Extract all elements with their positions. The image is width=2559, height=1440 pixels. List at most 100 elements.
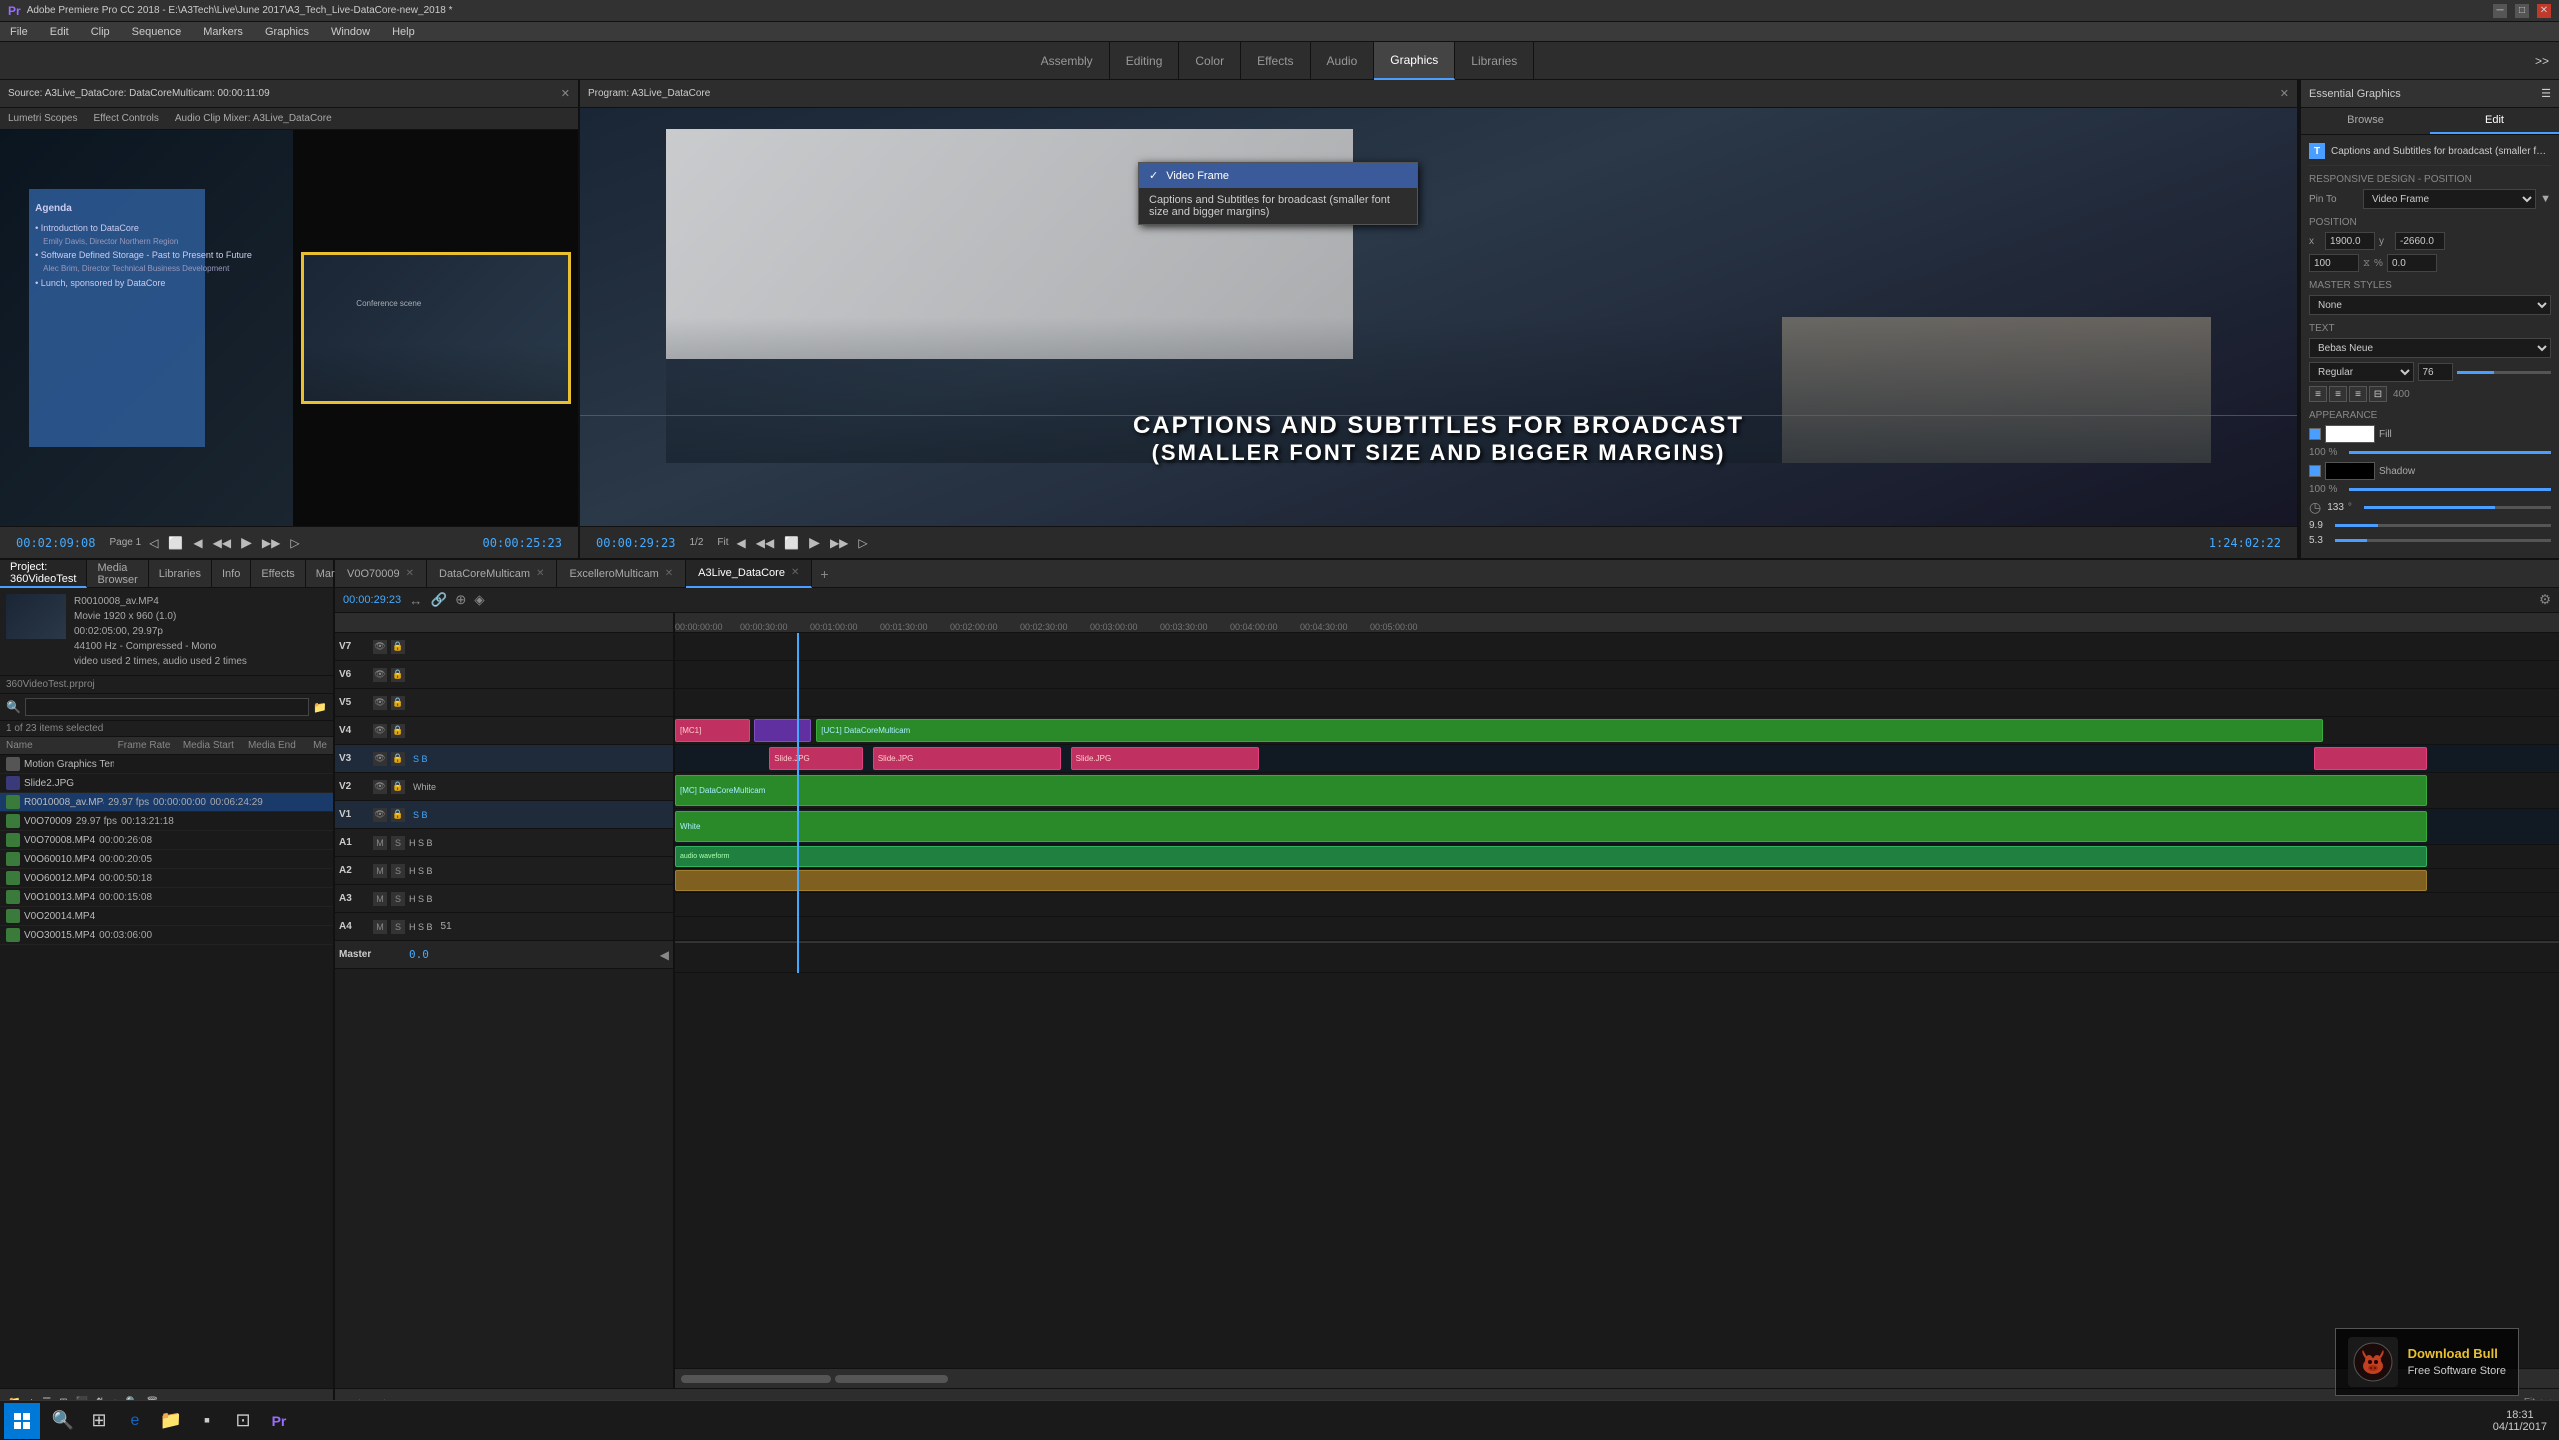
clip-block[interactable] (675, 870, 2427, 891)
menu-markers[interactable]: Markers (199, 24, 247, 40)
track-a4[interactable] (675, 917, 2559, 941)
program-step-back[interactable]: ◀◀ (754, 534, 776, 552)
eg-panel-menu[interactable]: ☰ (2541, 87, 2551, 100)
track-v4[interactable]: [MC1] [UC1] DataCoreMulticam (675, 717, 2559, 745)
clip-block[interactable]: [MC] DataCoreMulticam (675, 775, 2427, 806)
v4-eye-btn[interactable]: 👁 (373, 724, 387, 738)
track-v2[interactable]: [MC] DataCoreMulticam (675, 773, 2559, 809)
list-item[interactable]: R0010008_av.MP4 29.97 fps 00:00:00:00 00… (0, 793, 333, 812)
tab-audio-clip-mixer[interactable]: Audio Clip Mixer: A3Live_DataCore (167, 111, 340, 126)
source-play[interactable]: ▶ (239, 532, 254, 553)
eg-scale-x[interactable] (2309, 254, 2359, 272)
minimize-button[interactable]: ─ (2493, 4, 2507, 18)
clip-block[interactable]: Slide.JPG (769, 747, 863, 770)
eg-pin-expand[interactable]: ▼ (2540, 193, 2551, 205)
eg-rotation[interactable] (2387, 254, 2437, 272)
v7-lock-btn[interactable]: 🔒 (391, 640, 405, 654)
clip-block[interactable] (754, 719, 811, 742)
list-item[interactable]: V0O30015.MP4 00:03:06:00 (0, 926, 333, 945)
timeline-ruler[interactable]: 00:00:00:00 00:00:30:00 00:01:00:00 00:0… (675, 613, 2559, 633)
timeline-tab-1[interactable]: V0O70009 ✕ (335, 560, 427, 588)
taskbar-ie[interactable]: e (118, 1404, 152, 1438)
list-item[interactable]: Slide2.JPG (0, 774, 333, 793)
workspace-libraries[interactable]: Libraries (1455, 42, 1534, 80)
v7-eye-btn[interactable]: 👁 (373, 640, 387, 654)
a2-mute-btn[interactable]: M (373, 864, 387, 878)
eg-x-value[interactable] (2325, 232, 2375, 250)
project-tab-media-browser[interactable]: Media Browser (87, 560, 148, 588)
project-tab-info[interactable]: Info (212, 560, 251, 588)
menu-clip[interactable]: Clip (87, 24, 114, 40)
v5-eye-btn[interactable]: 👁 (373, 696, 387, 710)
timeline-snap-btn[interactable]: ⊕ (455, 592, 466, 608)
v6-eye-btn[interactable]: 👁 (373, 668, 387, 682)
timeline-scroll-thumb[interactable] (681, 1375, 831, 1383)
track-master[interactable] (675, 941, 2559, 973)
timeline-scrollbar[interactable] (675, 1368, 2559, 1388)
eg-font-family[interactable]: Bebas Neue (2309, 338, 2551, 358)
taskbar-file-explorer[interactable]: 📁 (154, 1404, 188, 1438)
workspace-assembly[interactable]: Assembly (1025, 42, 1110, 80)
menu-sequence[interactable]: Sequence (128, 24, 186, 40)
eg-selected-item[interactable]: Captions and Subtitles for broadcast (sm… (2331, 146, 2551, 157)
track-v3[interactable]: Slide.JPG Slide.JPG Slide.JPG (675, 745, 2559, 773)
taskbar-task-view[interactable]: ⊞ (82, 1404, 116, 1438)
program-step-fwd[interactable]: ▷ (856, 534, 869, 552)
clip-block[interactable]: Slide.JPG (1071, 747, 1259, 770)
track-a1[interactable]: audio waveform (675, 845, 2559, 869)
source-step-fwd[interactable]: ▷ (288, 534, 301, 552)
menu-window[interactable]: Window (327, 24, 374, 40)
eg-shadow-dist-slider[interactable] (2335, 524, 2551, 527)
timeline-scroll-thumb-right[interactable] (835, 1375, 948, 1383)
track-a2[interactable] (675, 869, 2559, 893)
program-play-fwd[interactable]: ▶▶ (828, 534, 850, 552)
a4-solo-btn[interactable]: S (391, 920, 405, 934)
start-button[interactable] (4, 1403, 40, 1439)
eg-shadow-size-slider[interactable] (2335, 539, 2551, 542)
track-v5[interactable] (675, 689, 2559, 717)
eg-size-slider[interactable] (2457, 371, 2552, 374)
clip-block[interactable]: audio waveform (675, 846, 2427, 867)
a4-mute-btn[interactable]: M (373, 920, 387, 934)
eg-fill-checkbox[interactable] (2309, 428, 2321, 440)
menu-file[interactable]: File (6, 24, 32, 40)
tab-effect-controls[interactable]: Effect Controls (85, 111, 166, 126)
a1-mute-btn[interactable]: M (373, 836, 387, 850)
project-tab-effects[interactable]: Effects (251, 560, 305, 588)
list-item[interactable]: V0O60012.MP4 00:00:50:18 (0, 869, 333, 888)
eg-font-style[interactable]: Regular (2309, 362, 2414, 382)
eg-shadow-angle-slider[interactable] (2364, 506, 2551, 509)
taskbar-premiere[interactable]: Pr (262, 1404, 296, 1438)
pin-option-captions[interactable]: Captions and Subtitles for broadcast (sm… (1139, 188, 1417, 224)
timeline-settings-btn[interactable]: ⚙ (2539, 592, 2551, 608)
eg-font-size[interactable] (2418, 363, 2453, 381)
list-item[interactable]: Motion Graphics Template & (0, 755, 333, 774)
eg-tab-edit[interactable]: Edit (2430, 108, 2559, 134)
v3-lock-btn[interactable]: 🔒 (391, 752, 405, 766)
tab-lumetri-scopes[interactable]: Lumetri Scopes (0, 111, 85, 126)
timeline-tab-4[interactable]: A3Live_DataCore ✕ (686, 560, 812, 588)
source-play-back[interactable]: ◀ (191, 534, 204, 552)
search-input[interactable] (25, 698, 309, 716)
taskbar-app1[interactable]: ⊡ (226, 1404, 260, 1438)
track-v1[interactable]: White (675, 809, 2559, 845)
workspace-graphics[interactable]: Graphics (1374, 42, 1455, 80)
program-panel-close[interactable]: ✕ (2280, 87, 2289, 100)
maximize-button[interactable]: □ (2515, 4, 2529, 18)
workspace-audio[interactable]: Audio (1311, 42, 1375, 80)
list-item[interactable]: V0O70008.MP4 00:00:26:08 (0, 831, 333, 850)
v1-eye-btn[interactable]: 👁 (373, 808, 387, 822)
workspace-effects[interactable]: Effects (1241, 42, 1310, 80)
timeline-marker-btn[interactable]: ◈ (474, 592, 484, 608)
workspace-more[interactable]: >> (2535, 54, 2549, 68)
program-play-back[interactable]: ◀ (735, 534, 748, 552)
v4-lock-btn[interactable]: 🔒 (391, 724, 405, 738)
track-a3[interactable] (675, 893, 2559, 917)
timeline-link-btn[interactable]: 🔗 (430, 592, 447, 608)
program-stop[interactable]: ⬜ (782, 534, 801, 552)
eg-master-styles-select[interactable]: None (2309, 295, 2551, 315)
clip-block[interactable] (2314, 747, 2427, 770)
source-play-fwd[interactable]: ▶▶ (260, 534, 282, 552)
eg-align-left[interactable]: ≡ (2309, 386, 2327, 402)
menu-graphics[interactable]: Graphics (261, 24, 313, 40)
